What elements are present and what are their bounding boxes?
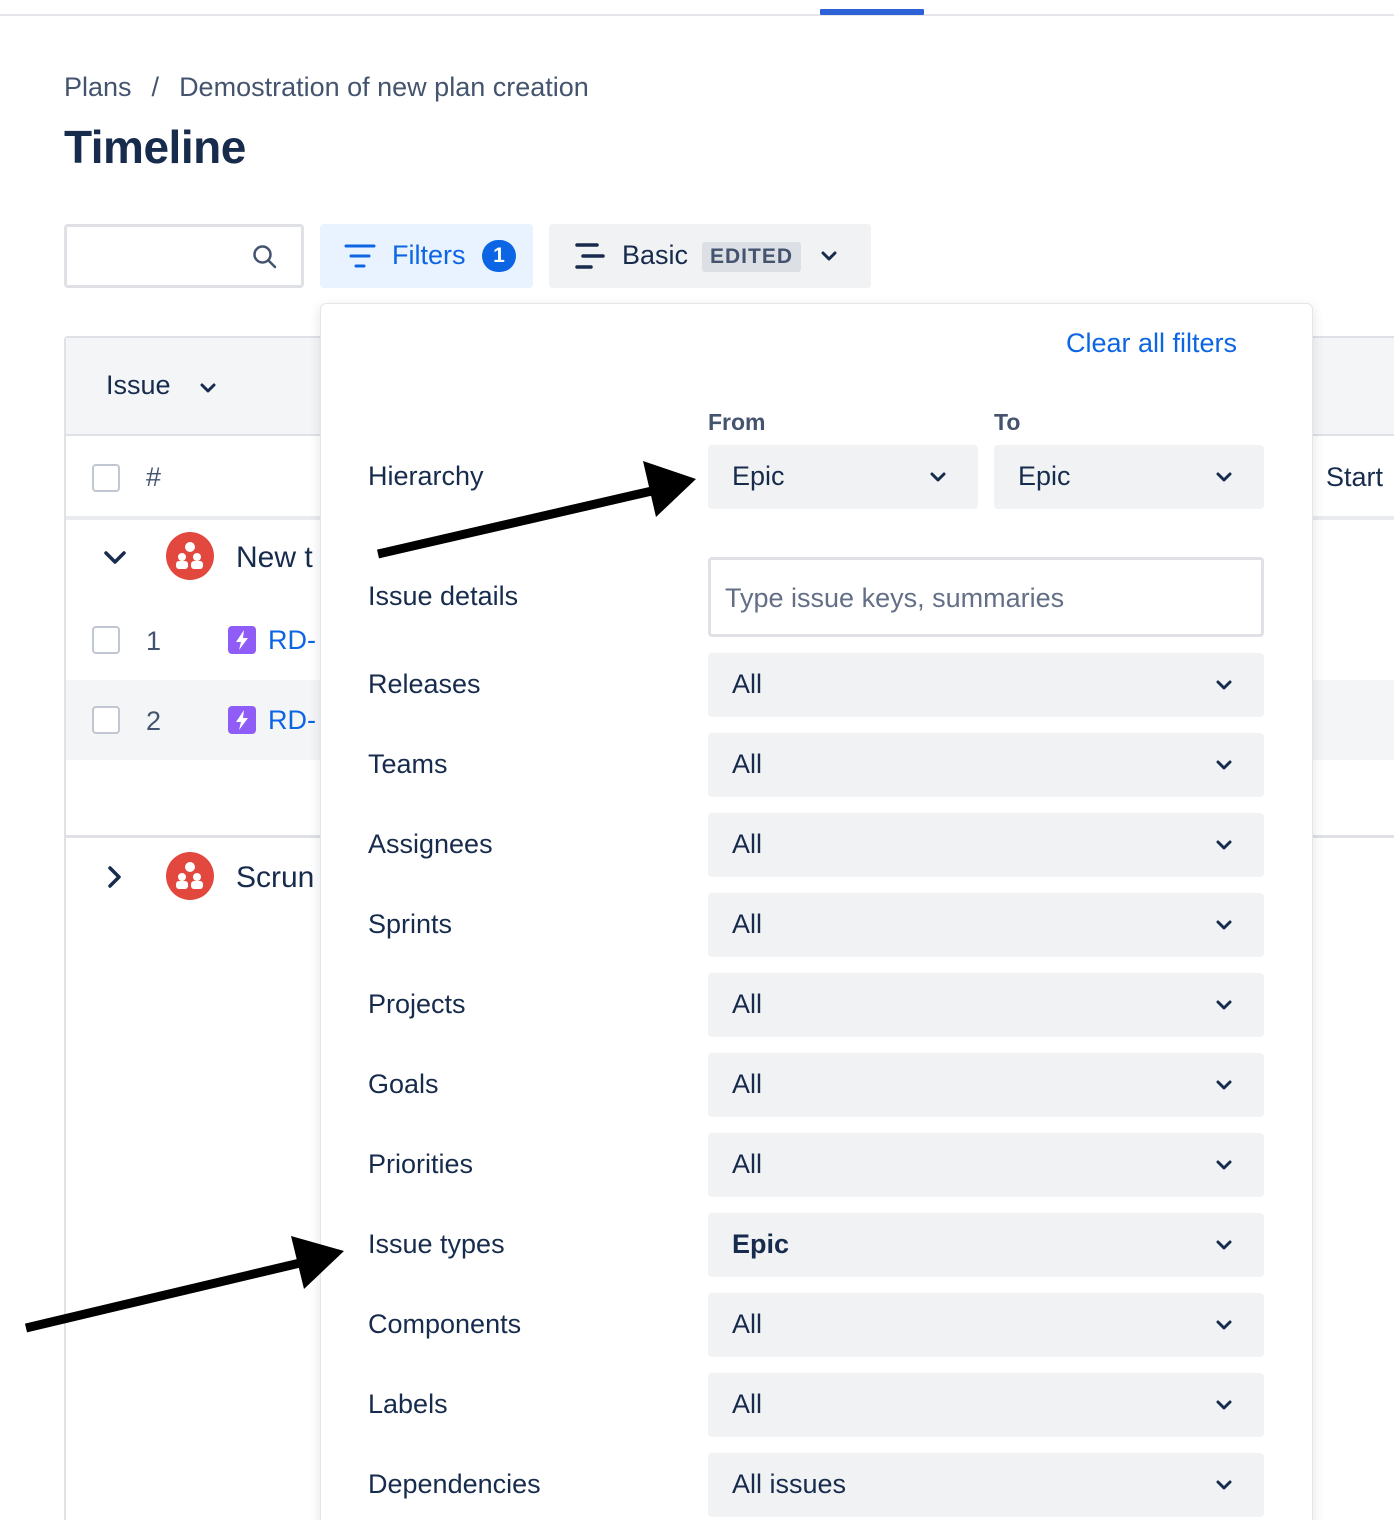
labels-label: Labels xyxy=(368,1389,448,1419)
issue-types-value: Epic xyxy=(732,1229,790,1259)
clear-all-filters-link[interactable]: Clear all filters xyxy=(1066,328,1237,359)
projects-label: Projects xyxy=(368,989,466,1019)
dependencies-select[interactable]: All issues xyxy=(708,1453,1264,1517)
issue-types-select[interactable]: Epic xyxy=(708,1213,1264,1277)
row-number-header: # xyxy=(146,462,162,492)
components-label: Components xyxy=(368,1309,522,1339)
group-label: Scrun xyxy=(236,861,315,894)
sprints-value: All xyxy=(732,909,763,939)
edited-lozenge: EDITED xyxy=(702,242,802,272)
dependencies-value: All issues xyxy=(732,1469,847,1499)
issue-types-label: Issue types xyxy=(368,1229,505,1259)
teams-value: All xyxy=(732,749,763,779)
releases-select[interactable]: All xyxy=(708,653,1264,717)
releases-label: Releases xyxy=(368,669,481,699)
priorities-value: All xyxy=(732,1149,763,1179)
labels-value: All xyxy=(732,1389,763,1419)
breadcrumb-plans-link[interactable]: Plans xyxy=(64,72,132,103)
labels-select[interactable]: All xyxy=(708,1373,1264,1437)
row-checkbox[interactable] xyxy=(92,626,120,654)
search-input[interactable] xyxy=(64,224,304,288)
group-label: New t xyxy=(236,541,313,574)
team-avatar xyxy=(166,532,214,580)
row-checkbox[interactable] xyxy=(92,706,120,734)
sprints-select[interactable]: All xyxy=(708,893,1264,957)
chevron-down-icon[interactable] xyxy=(102,548,128,568)
chevron-down-icon xyxy=(1216,760,1232,770)
chevron-down-icon xyxy=(1216,920,1232,930)
components-select[interactable]: All xyxy=(708,1293,1264,1357)
view-settings-icon xyxy=(575,243,605,269)
start-date-column-header[interactable]: Start xyxy=(1326,462,1383,493)
row-number: 1 xyxy=(146,626,162,656)
view-name-label: Basic xyxy=(622,240,689,270)
hierarchy-label: Hierarchy xyxy=(368,461,484,491)
releases-value: All xyxy=(732,669,763,699)
page-title: Timeline xyxy=(64,121,246,173)
chevron-down-icon xyxy=(1216,1000,1232,1010)
chevron-down-icon xyxy=(1216,472,1232,482)
breadcrumb-plan-link[interactable]: Demostration of new plan creation xyxy=(179,72,589,103)
filters-count-badge: 1 xyxy=(482,240,516,272)
hierarchy-from-label: From xyxy=(708,409,766,435)
breadcrumb: Plans / Demostration of new plan creatio… xyxy=(64,72,589,103)
top-nav-divider xyxy=(0,14,1394,16)
priorities-select[interactable]: All xyxy=(708,1133,1264,1197)
issue-details-label: Issue details xyxy=(368,581,519,611)
team-avatar xyxy=(166,852,214,900)
assignees-label: Assignees xyxy=(368,829,493,859)
epic-icon xyxy=(228,706,256,734)
chevron-down-icon[interactable] xyxy=(198,380,218,396)
dependencies-label: Dependencies xyxy=(368,1469,541,1499)
priorities-label: Priorities xyxy=(368,1149,474,1179)
chevron-down-icon xyxy=(1216,1160,1232,1170)
teams-label: Teams xyxy=(368,749,448,779)
chevron-down-icon xyxy=(1216,1080,1232,1090)
issue-details-field[interactable] xyxy=(708,557,1264,637)
chevron-down-icon xyxy=(821,251,837,261)
components-value: All xyxy=(732,1309,763,1339)
chevron-down-icon xyxy=(930,472,946,482)
issue-column-header[interactable]: Issue xyxy=(106,370,171,401)
issue-key-link[interactable]: RD- xyxy=(268,625,316,656)
hierarchy-to-value: Epic xyxy=(1018,461,1071,491)
active-tab-indicator xyxy=(820,9,924,15)
chevron-down-icon xyxy=(1216,1240,1232,1250)
goals-value: All xyxy=(732,1069,763,1099)
goals-select[interactable]: All xyxy=(708,1053,1264,1117)
row-number: 2 xyxy=(146,706,162,736)
assignees-value: All xyxy=(732,829,763,859)
goals-label: Goals xyxy=(368,1069,439,1099)
chevron-right-icon[interactable] xyxy=(104,864,126,890)
search-icon xyxy=(253,245,277,269)
teams-select[interactable]: All xyxy=(708,733,1264,797)
chevron-down-icon xyxy=(1216,680,1232,690)
team-icon xyxy=(176,542,203,569)
chevron-down-icon xyxy=(1216,840,1232,850)
chevron-down-icon xyxy=(1216,1320,1232,1330)
hierarchy-to-select[interactable]: Epic xyxy=(994,445,1264,509)
hierarchy-to-label: To xyxy=(994,409,1021,435)
view-settings-button[interactable]: Basic EDITED xyxy=(549,224,871,288)
assignees-select[interactable]: All xyxy=(708,813,1264,877)
hierarchy-from-value: Epic xyxy=(732,461,785,491)
select-all-checkbox[interactable] xyxy=(92,464,120,492)
hierarchy-from-select[interactable]: Epic xyxy=(708,445,978,509)
filters-label: Filters xyxy=(392,240,466,270)
chevron-down-icon xyxy=(1216,1400,1232,1410)
breadcrumb-separator: / xyxy=(151,72,160,102)
epic-icon xyxy=(228,626,256,654)
filter-icon xyxy=(344,244,376,268)
issue-key-link[interactable]: RD- xyxy=(268,705,316,736)
projects-value: All xyxy=(732,989,763,1019)
issue-details-input[interactable] xyxy=(725,578,1245,618)
team-icon xyxy=(176,862,203,889)
sprints-label: Sprints xyxy=(368,909,453,939)
chevron-down-icon xyxy=(1216,1480,1232,1490)
projects-select[interactable]: All xyxy=(708,973,1264,1037)
